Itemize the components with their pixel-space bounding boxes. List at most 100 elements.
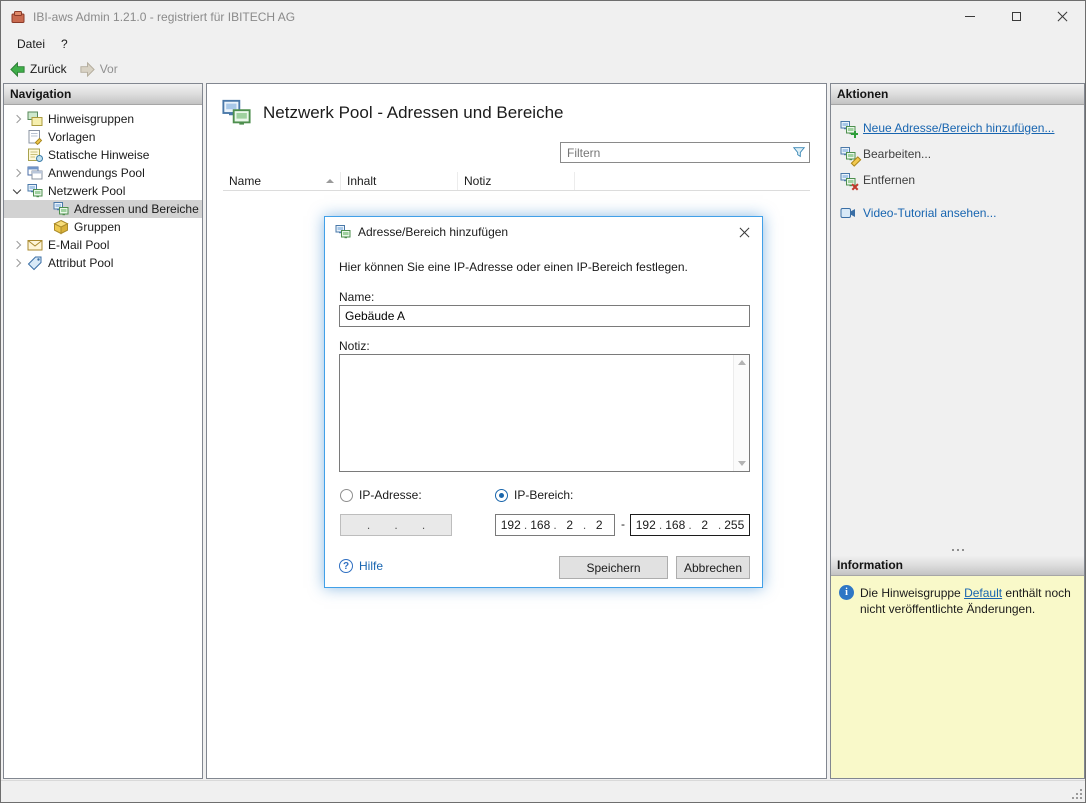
- ip-range-from-field[interactable]: 192 . 168 . 2 . 2: [495, 514, 615, 536]
- note-scrollbar[interactable]: [733, 355, 749, 471]
- ip-dot: .: [365, 518, 373, 532]
- dialog-title-bar[interactable]: Adresse/Bereich hinzufügen: [325, 217, 762, 247]
- save-button[interactable]: Speichern: [559, 556, 668, 579]
- column-header-notiz[interactable]: Notiz: [458, 172, 575, 190]
- groups-icon: [53, 219, 69, 235]
- forward-label: Vor: [100, 62, 118, 76]
- tree-item-hinweisgruppen[interactable]: Hinweisgruppen: [4, 110, 202, 128]
- resize-grip[interactable]: [1069, 786, 1083, 800]
- maximize-button[interactable]: [993, 1, 1039, 32]
- tree-item-netzwerk-pool[interactable]: Netzwerk Pool: [4, 182, 202, 200]
- ip-octet: 2: [589, 518, 611, 532]
- app-window: IBI-aws Admin 1.21.0 - registriert für I…: [0, 0, 1086, 803]
- navigation-toolbar: Zurück Vor: [1, 56, 1085, 82]
- tree-item-gruppen[interactable]: Gruppen: [4, 218, 202, 236]
- tree-item-attribut-pool[interactable]: Attribut Pool: [4, 254, 202, 272]
- help-link[interactable]: Hilfe: [339, 559, 383, 573]
- radio-checked-icon[interactable]: [495, 489, 508, 502]
- chevron-right-icon[interactable]: [10, 112, 24, 126]
- chevron-right-icon[interactable]: [10, 238, 24, 252]
- forward-button[interactable]: Vor: [79, 61, 118, 78]
- action-edit[interactable]: Bearbeiten...: [840, 143, 1075, 164]
- column-label: Notiz: [464, 174, 491, 188]
- ip-octet: 168: [530, 518, 552, 532]
- single-ip-field[interactable]: . . .: [340, 514, 452, 536]
- name-input[interactable]: [339, 305, 750, 327]
- info-text-before: Die Hinweisgruppe: [860, 586, 964, 600]
- action-add-address[interactable]: Neue Adresse/Bereich hinzufügen...: [840, 117, 1075, 138]
- radio-unchecked-icon[interactable]: [340, 489, 353, 502]
- navigation-panel: Navigation Hinweisgruppen Vorlagen Stati…: [3, 83, 203, 779]
- chevron-placeholder: [10, 130, 24, 144]
- page-title: Netzwerk Pool - Adressen und Bereiche: [263, 103, 564, 123]
- ip-octet: 2: [694, 518, 716, 532]
- default-group-link[interactable]: Default: [964, 586, 1002, 600]
- tree-item-adressen-und-bereiche[interactable]: Adressen und Bereiche: [4, 200, 202, 218]
- ip-octet: 168: [665, 518, 687, 532]
- scroll-up-icon[interactable]: [738, 360, 746, 365]
- chevron-right-icon[interactable]: [10, 256, 24, 270]
- back-button[interactable]: Zurück: [9, 61, 67, 78]
- column-header-inhalt[interactable]: Inhalt: [341, 172, 458, 190]
- panel-splitter-handle[interactable]: [831, 545, 1084, 555]
- back-label: Zurück: [30, 62, 67, 76]
- dialog-description: Hier können Sie eine IP-Adresse oder ein…: [339, 260, 688, 274]
- window-title: IBI-aws Admin 1.21.0 - registriert für I…: [33, 10, 295, 24]
- video-tutorial-icon: [840, 205, 856, 221]
- ip-range-radio-option[interactable]: IP-Bereich:: [495, 488, 573, 502]
- ip-dot: .: [392, 518, 400, 532]
- filter-box: [560, 142, 810, 163]
- minimize-icon: [965, 16, 975, 17]
- filter-input[interactable]: [560, 142, 810, 163]
- ip-dot: .: [686, 518, 694, 532]
- note-field: [339, 354, 750, 472]
- plus-badge-icon: [851, 131, 858, 138]
- ip-dot: .: [551, 518, 559, 532]
- menu-item-help[interactable]: ?: [53, 34, 76, 54]
- ip-dot: .: [581, 518, 589, 532]
- pencil-badge-icon: [851, 157, 858, 164]
- minimize-button[interactable]: [947, 1, 993, 32]
- tree-item-email-pool[interactable]: E-Mail Pool: [4, 236, 202, 254]
- cancel-button[interactable]: Abbrechen: [676, 556, 750, 579]
- add-address-dialog: Adresse/Bereich hinzufügen Hier können S…: [324, 216, 763, 588]
- ip-range-to-field[interactable]: 192 . 168 . 2 . 255: [630, 514, 750, 536]
- action-video-tutorial[interactable]: Video-Tutorial ansehen...: [840, 202, 1075, 223]
- tree-item-anwendungs-pool[interactable]: Anwendungs Pool: [4, 164, 202, 182]
- action-label: Bearbeiten...: [863, 147, 931, 161]
- chevron-down-icon[interactable]: [10, 184, 24, 198]
- email-pool-icon: [27, 237, 43, 253]
- edit-address-icon: [840, 146, 856, 162]
- note-label: Notiz:: [339, 339, 370, 353]
- column-header-name[interactable]: Name: [223, 172, 341, 190]
- remove-address-icon: [840, 172, 856, 188]
- chevron-placeholder: [36, 220, 50, 234]
- dialog-title: Adresse/Bereich hinzufügen: [358, 225, 508, 239]
- close-icon: [1057, 11, 1068, 22]
- name-label: Name:: [339, 290, 374, 304]
- ip-dot: .: [657, 518, 665, 532]
- menu-bar: Datei ?: [1, 32, 1085, 56]
- tree-item-label: E-Mail Pool: [48, 238, 109, 252]
- ip-address-radio-option[interactable]: IP-Adresse:: [340, 488, 422, 502]
- window-controls: [947, 1, 1085, 32]
- tree-item-label: Netzwerk Pool: [48, 184, 125, 198]
- column-label: Inhalt: [347, 174, 376, 188]
- title-bar[interactable]: IBI-aws Admin 1.21.0 - registriert für I…: [1, 1, 1085, 32]
- action-remove[interactable]: Entfernen: [840, 169, 1075, 190]
- close-button[interactable]: [1039, 1, 1085, 32]
- tree-item-label: Hinweisgruppen: [48, 112, 134, 126]
- menu-item-datei[interactable]: Datei: [9, 34, 53, 54]
- tree-item-statische-hinweise[interactable]: Statische Hinweise: [4, 146, 202, 164]
- status-bar: [1, 780, 1085, 802]
- tree-item-label: Statische Hinweise: [48, 148, 149, 162]
- application-pool-icon: [27, 165, 43, 181]
- maximize-icon: [1012, 12, 1021, 21]
- chevron-right-icon[interactable]: [10, 166, 24, 180]
- scroll-down-icon[interactable]: [738, 461, 746, 466]
- note-textarea[interactable]: [340, 355, 749, 471]
- action-label: Neue Adresse/Bereich hinzufügen...: [863, 121, 1054, 135]
- dialog-close-button[interactable]: [726, 217, 762, 247]
- tree-item-vorlagen[interactable]: Vorlagen: [4, 128, 202, 146]
- ip-octet: 2: [559, 518, 581, 532]
